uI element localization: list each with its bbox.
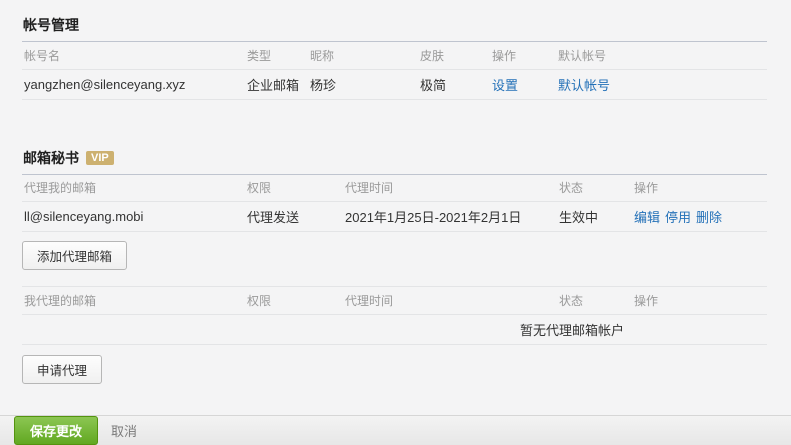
delegate-mailbox-value: ll@silenceyang.mobi xyxy=(22,201,245,232)
section-title-mailbox-secretary: 邮箱秘书 VIP xyxy=(22,146,767,175)
col-mailbox-delegating-me: 代理我的邮箱 xyxy=(22,174,245,202)
delegate-permission-value: 代理发送 xyxy=(245,201,343,232)
col-nickname: 昵称 xyxy=(308,42,418,70)
col-operation: 操作 xyxy=(632,286,767,315)
col-delegation-period: 代理时间 xyxy=(343,174,557,202)
col-operation: 操作 xyxy=(490,42,556,70)
delegated-to-me-table: 代理我的邮箱 权限 代理时间 状态 操作 ll@silenceyang.mobi… xyxy=(22,174,767,232)
col-delegation-period: 代理时间 xyxy=(343,286,557,315)
account-table: 帐号名 类型 昵称 皮肤 操作 默认帐号 yangzhen@silenceyan… xyxy=(22,42,767,100)
account-row: yangzhen@silenceyang.xyz 企业邮箱 杨珍 极简 设置 默… xyxy=(22,69,767,100)
account-settings-link[interactable]: 设置 xyxy=(492,78,518,93)
account-settings-page: 帐号管理 帐号名 类型 昵称 皮肤 操作 默认帐号 yangzhen@silen… xyxy=(0,0,791,445)
content-area: 帐号管理 帐号名 类型 昵称 皮肤 操作 默认帐号 yangzhen@silen… xyxy=(0,0,791,384)
delegated-to-me-header: 代理我的邮箱 权限 代理时间 状态 操作 xyxy=(22,174,767,202)
account-skin-value: 极简 xyxy=(418,69,490,100)
account-table-header: 帐号名 类型 昵称 皮肤 操作 默认帐号 xyxy=(22,42,767,70)
add-delegate-mailbox-button[interactable]: 添加代理邮箱 xyxy=(22,241,128,270)
col-status: 状态 xyxy=(557,286,632,315)
section-title-account-management: 帐号管理 xyxy=(22,13,767,42)
delegated-by-me-header: 我代理的邮箱 权限 代理时间 状态 操作 xyxy=(22,286,767,315)
account-type-value: 企业邮箱 xyxy=(245,69,308,100)
col-status: 状态 xyxy=(557,174,632,202)
save-changes-button[interactable]: 保存更改 xyxy=(14,416,99,445)
delegate-period-value: 2021年1月25日-2021年2月1日 xyxy=(343,201,557,232)
delegate-status-value: 生效中 xyxy=(557,201,632,232)
delegated-by-me-empty-row: 暂无代理邮箱帐户 xyxy=(22,314,767,345)
delegated-by-me-table: 我代理的邮箱 权限 代理时间 状态 操作 暂无代理邮箱帐户 xyxy=(22,286,767,345)
col-operation: 操作 xyxy=(632,174,767,202)
cancel-link[interactable]: 取消 xyxy=(111,421,137,440)
col-account-name: 帐号名 xyxy=(22,42,245,70)
default-account-link[interactable]: 默认帐号 xyxy=(558,78,610,93)
delete-link[interactable]: 删除 xyxy=(696,210,722,225)
account-name-value: yangzhen@silenceyang.xyz xyxy=(22,69,245,100)
vip-badge: VIP xyxy=(86,150,114,165)
disable-link[interactable]: 停用 xyxy=(665,210,691,225)
apply-delegation-button[interactable]: 申请代理 xyxy=(22,355,103,384)
col-type: 类型 xyxy=(245,42,308,70)
col-permission: 权限 xyxy=(245,286,343,315)
no-delegate-accounts-text: 暂无代理邮箱帐户 xyxy=(22,314,767,345)
account-nickname-value: 杨珍 xyxy=(308,69,418,100)
delegated-to-me-row: ll@silenceyang.mobi 代理发送 2021年1月25日-2021… xyxy=(22,201,767,232)
col-skin: 皮肤 xyxy=(418,42,490,70)
mailbox-secretary-title: 邮箱秘书 xyxy=(23,149,79,166)
col-mailbox-i-delegate: 我代理的邮箱 xyxy=(22,286,245,315)
edit-link[interactable]: 编辑 xyxy=(634,210,660,225)
col-permission: 权限 xyxy=(245,174,343,202)
footer-action-bar: 保存更改 取消 xyxy=(0,415,791,445)
col-default-account: 默认帐号 xyxy=(556,42,767,70)
